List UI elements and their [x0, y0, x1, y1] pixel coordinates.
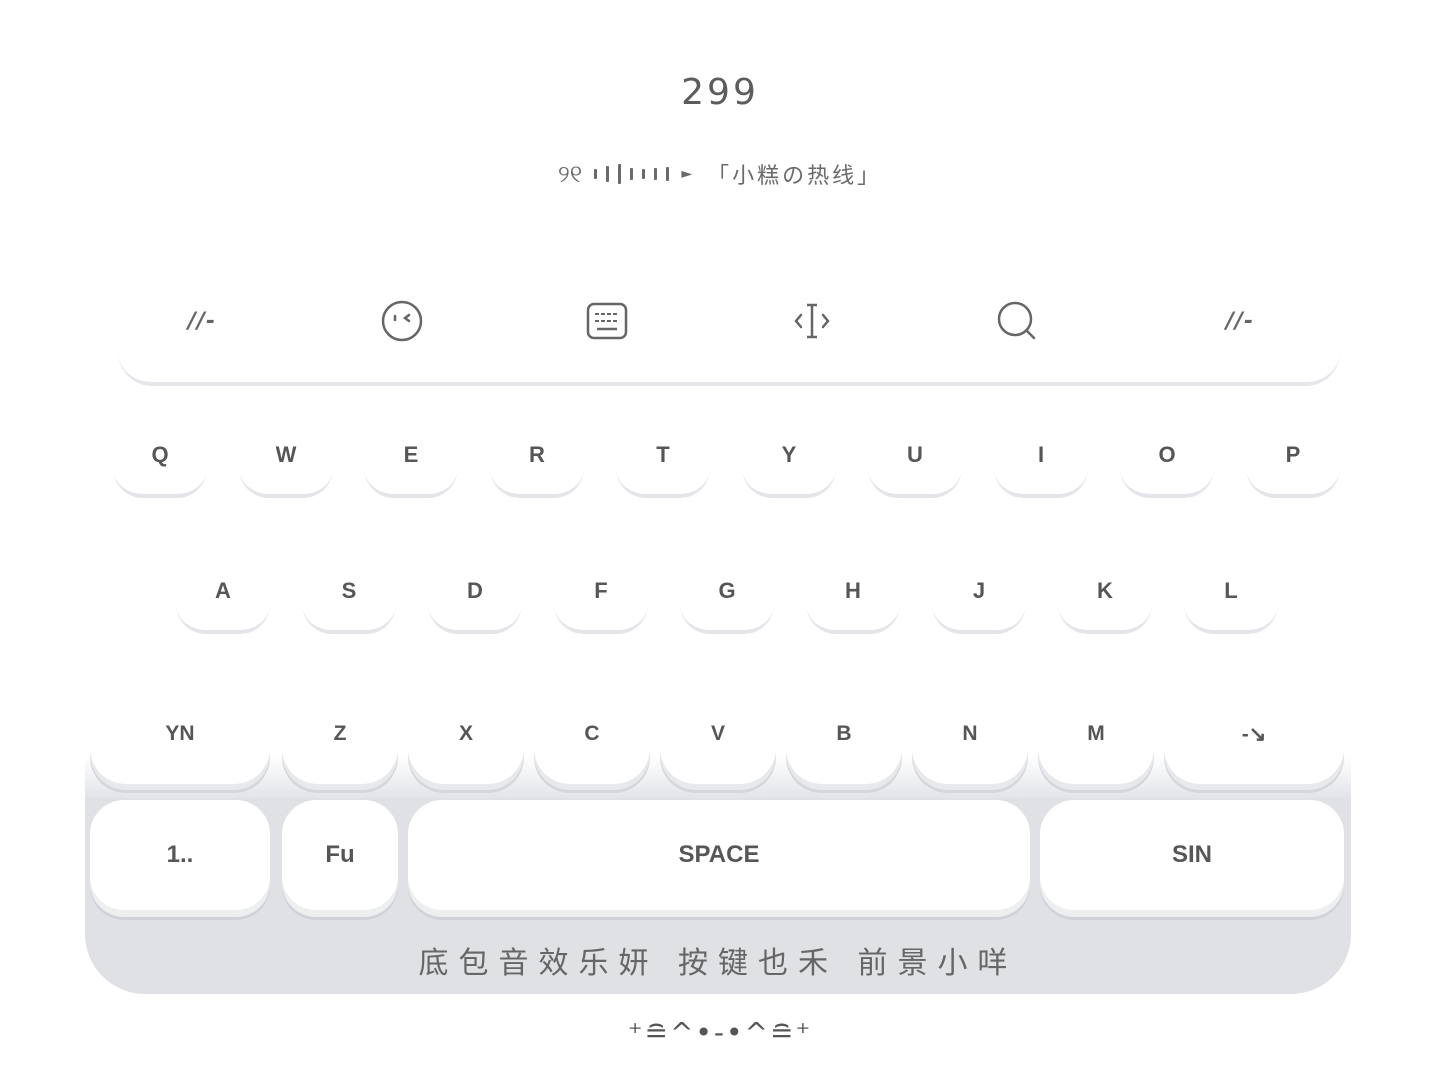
key-u[interactable]: U [868, 412, 962, 498]
key-z[interactable]: Z [282, 684, 398, 784]
key-v[interactable]: V [660, 684, 776, 784]
key-l[interactable]: L [1184, 548, 1278, 634]
shift-key[interactable]: YN [90, 684, 270, 784]
delete-key[interactable]: -↘ [1164, 684, 1344, 784]
key-p[interactable]: P [1246, 412, 1340, 498]
keyboard-button[interactable] [577, 296, 637, 346]
download-count: 299 [681, 72, 759, 113]
function-key[interactable]: Fu [282, 800, 398, 910]
key-t[interactable]: T [616, 412, 710, 498]
key-w[interactable]: W [239, 412, 333, 498]
credit-line: ୨୧ ► 「小糕の热线」 [0, 158, 1440, 190]
key-x[interactable]: X [408, 684, 524, 784]
toolbar-divider [118, 348, 1340, 386]
toolbar-right-button[interactable]: //- [1210, 296, 1270, 346]
credit-logo: ୨୧ [557, 160, 583, 188]
key-r[interactable]: R [490, 412, 584, 498]
search-button[interactable] [987, 296, 1047, 346]
emoji-button[interactable] [372, 296, 432, 346]
key-k[interactable]: K [1058, 548, 1152, 634]
key-c[interactable]: C [534, 684, 650, 784]
key-b[interactable]: B [786, 684, 902, 784]
key-a[interactable]: A [176, 548, 270, 634]
toolbar-right-label: //- [1225, 308, 1255, 334]
toolbar-left-button[interactable]: //- [172, 296, 232, 346]
search-icon [997, 301, 1036, 340]
key-g[interactable]: G [680, 548, 774, 634]
key-o[interactable]: O [1120, 412, 1214, 498]
credit-title: 「小糕の热线」 [707, 164, 883, 189]
audio-wave-icon [594, 163, 670, 185]
emoji-face-icon [381, 300, 423, 342]
key-n[interactable]: N [912, 684, 1028, 784]
cursor-move-icon [794, 303, 830, 339]
keyboard-slogan: 底包音效乐妍 按键也禾 前景小咩 [418, 946, 1018, 981]
play-icon: ► [681, 166, 696, 182]
cursor-button[interactable] [782, 296, 842, 346]
toolbar-left-label: //- [187, 308, 217, 334]
space-key[interactable]: SPACE [408, 800, 1030, 910]
key-d[interactable]: D [428, 548, 522, 634]
key-m[interactable]: M [1038, 684, 1154, 784]
key-s[interactable]: S [302, 548, 396, 634]
numbers-key[interactable]: 1.. [90, 800, 270, 910]
key-j[interactable]: J [932, 548, 1026, 634]
key-i[interactable]: I [994, 412, 1088, 498]
key-q[interactable]: Q [113, 412, 207, 498]
key-h[interactable]: H [806, 548, 900, 634]
key-y[interactable]: Y [742, 412, 836, 498]
keyboard-icon [586, 302, 628, 340]
footer-kaomoji: ⁺≘^•-•^≘⁺ [627, 1016, 813, 1049]
key-e[interactable]: E [364, 412, 458, 498]
send-key[interactable]: SIN [1040, 800, 1344, 910]
key-f[interactable]: F [554, 548, 648, 634]
